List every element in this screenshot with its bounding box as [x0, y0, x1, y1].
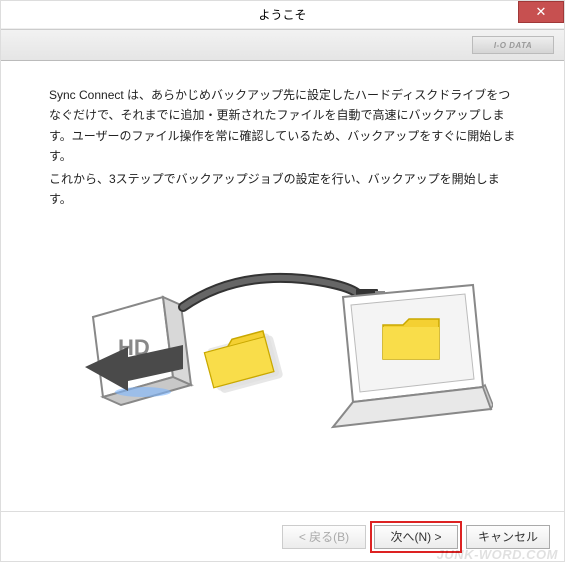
laptop-icon [333, 285, 493, 427]
back-button: < 戻る(B) [282, 525, 366, 549]
description-text: Sync Connect は、あらかじめバックアップ先に設定したハードディスクド… [49, 85, 516, 209]
description-para-2: これから、3ステップでバックアップジョブの設定を行い、バックアップを開始します。 [49, 169, 516, 210]
header-strip: I-O DATA [1, 29, 564, 61]
folder-transfer-icon [203, 329, 284, 395]
close-button[interactable]: ✕ [518, 1, 564, 23]
close-icon: ✕ [536, 4, 547, 20]
cancel-button[interactable]: キャンセル [466, 525, 550, 549]
brand-badge: I-O DATA [472, 36, 554, 54]
next-button[interactable]: 次へ(N) > [374, 525, 458, 549]
titlebar: ようこそ ✕ [1, 1, 564, 29]
content-area: Sync Connect は、あらかじめバックアップ先に設定したハードディスクド… [1, 61, 564, 457]
description-para-1: Sync Connect は、あらかじめバックアップ先に設定したハードディスクド… [49, 85, 516, 167]
illustration-svg: HD [73, 237, 493, 447]
wizard-window: ようこそ ✕ I-O DATA Sync Connect は、あらかじめバックア… [0, 0, 565, 562]
window-title: ようこそ [258, 6, 306, 23]
footer-buttons: < 戻る(B) 次へ(N) > キャンセル [1, 511, 564, 561]
backup-illustration: HD [49, 237, 516, 447]
